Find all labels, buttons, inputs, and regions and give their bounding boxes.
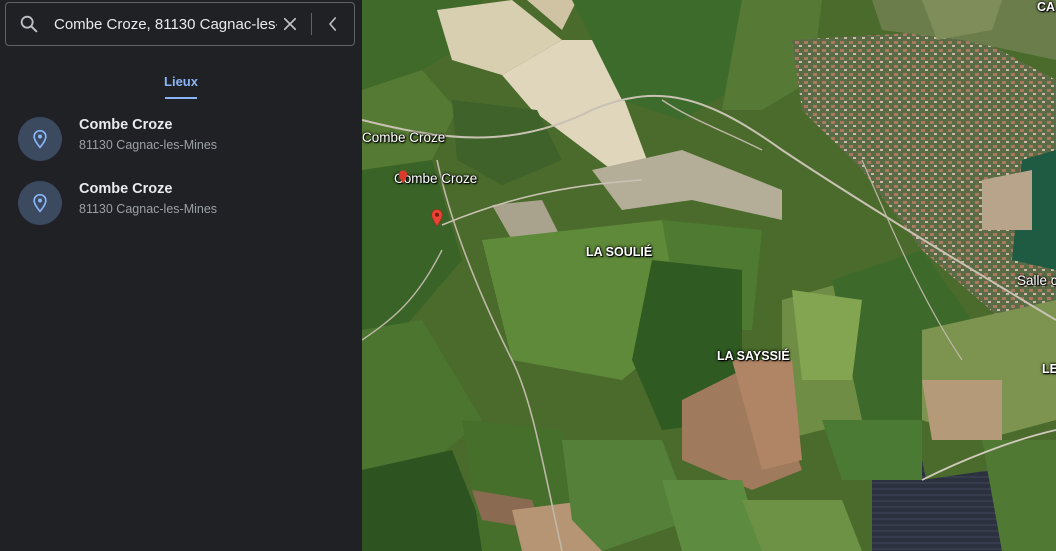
side-panel: Lieux Combe Croze 81130 Cagnac-les-Mines… [0, 0, 362, 551]
result-address: 81130 Cagnac-les-Mines [79, 202, 218, 216]
place-pin-icon [33, 193, 47, 213]
result-pin-badge [18, 117, 62, 161]
search-input[interactable] [52, 14, 279, 34]
search-divider [311, 13, 312, 35]
clear-search-button[interactable] [279, 13, 301, 35]
result-address: 81130 Cagnac-les-Mines [79, 138, 218, 152]
tab-active-indicator [165, 97, 197, 99]
map-label-edge-top: CA [1037, 0, 1056, 14]
result-pin-badge [18, 181, 62, 225]
map-label-salle: Salle c [1017, 273, 1056, 288]
search-result-item[interactable]: Combe Croze 81130 Cagnac-les-Mines [0, 109, 362, 169]
map-label-edge-right: LE [1042, 362, 1056, 376]
search-result-item[interactable]: Combe Croze 81130 Cagnac-les-Mines [0, 173, 362, 233]
map-label-la-soulie: LA SOULIÉ [586, 245, 653, 259]
search-box[interactable] [5, 2, 355, 46]
close-icon [283, 17, 297, 31]
tab-lieux[interactable]: Lieux [162, 74, 200, 99]
map-label-combe-croze[interactable]: Combe Croze [362, 130, 445, 145]
result-title: Combe Croze [79, 181, 173, 197]
search-icon[interactable] [18, 13, 40, 35]
tab-lieux-label: Lieux [164, 74, 198, 89]
chevron-left-icon [329, 17, 337, 31]
collapse-panel-button[interactable] [322, 13, 344, 35]
satellite-imagery [362, 0, 1056, 551]
result-title: Combe Croze [79, 117, 173, 133]
map-label-la-sayssie: LA SAYSSIÉ [717, 349, 790, 363]
map-poi-pin-icon[interactable] [398, 170, 408, 184]
satellite-map[interactable]: Combe Croze Combe Croze LA SOULIÉ LA SAY… [362, 0, 1056, 551]
map-location-pin-icon[interactable] [431, 209, 443, 227]
place-pin-icon [33, 129, 47, 149]
